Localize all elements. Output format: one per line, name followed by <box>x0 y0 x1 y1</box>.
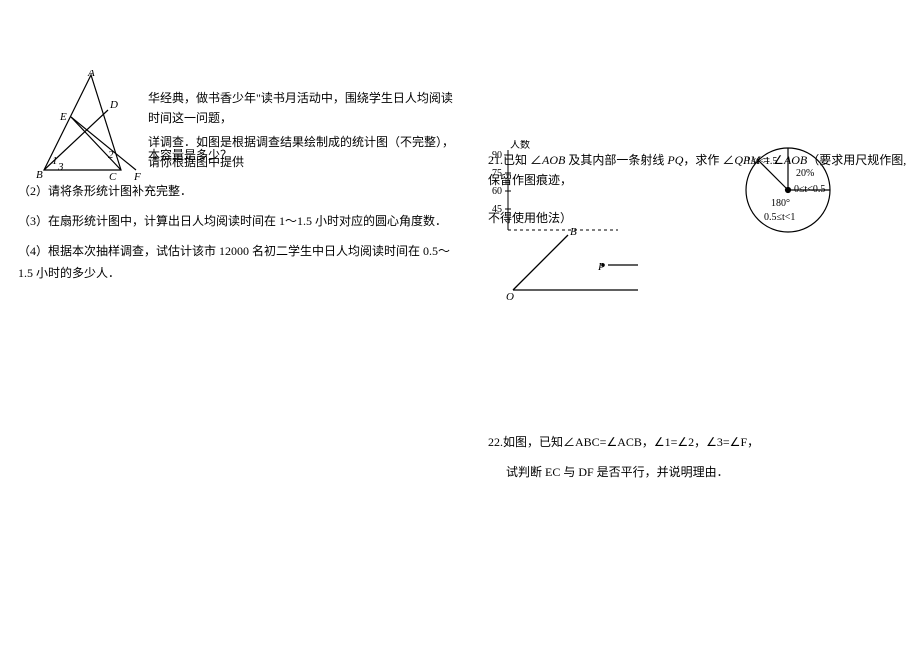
y60: 60 <box>492 186 502 197</box>
label-3: 3 <box>57 161 64 173</box>
angle-B: B <box>570 226 577 238</box>
q20-sub2: （2）请将条形统计图补充完整． <box>18 180 458 202</box>
q22-block: 22.如图，已知∠ABC=∠ACB，∠1=∠2，∠3=∠F， 试判断 EC 与 … <box>488 430 908 490</box>
q20-sub4: （4）根据本次抽样调查，试估计该市 12000 名初二学生中日人均阅读时间在 0… <box>18 240 458 284</box>
label-2: 2 <box>108 149 114 161</box>
y45: 45 <box>492 204 502 215</box>
label-1: 1 <box>52 155 58 167</box>
q20-line1-right: 华经典，做书香少年"读书月活动中，围绕学生日人均阅读时间这一问题， <box>148 91 453 125</box>
q20-subquestions: （2）请将条形统计图补充完整． （3）在扇形统计图中，计算出日人均阅读时间在 1… <box>18 180 458 292</box>
q20-sub1: 本容量是多少？ <box>148 145 458 165</box>
angle-O: O <box>506 291 514 300</box>
triangle-figure: A B C D E F 1 2 3 <box>36 70 146 185</box>
pie-d: 180° <box>771 198 790 209</box>
pie-a: 1≤t<1.5 <box>746 156 777 167</box>
q22-line1: 22.如图，已知∠ABC=∠ACB，∠1=∠2，∠3=∠F， <box>488 430 908 454</box>
label-D: D <box>109 99 118 111</box>
q21-figure: 90 75 60 45 人数 1≤t<1.5 20% 0≤t<0.5 180° … <box>488 140 908 300</box>
label-A: A <box>87 70 95 79</box>
angle-P: P <box>597 261 605 273</box>
pie-b: 20% <box>796 168 814 179</box>
y90: 90 <box>492 150 502 161</box>
pie-c: 0≤t<0.5 <box>794 184 825 195</box>
q20-sub3: （3）在扇形统计图中，计算出日人均阅读时间在 1～1.5 小时对应的圆心角度数． <box>18 210 458 232</box>
y75: 75 <box>492 168 502 179</box>
ylabel: 人数 <box>510 140 530 151</box>
q22-line2: 试判断 EC 与 DF 是否平行，并说明理由． <box>488 460 908 484</box>
label-E: E <box>59 111 67 123</box>
pie-e: 0.5≤t<1 <box>764 212 795 223</box>
